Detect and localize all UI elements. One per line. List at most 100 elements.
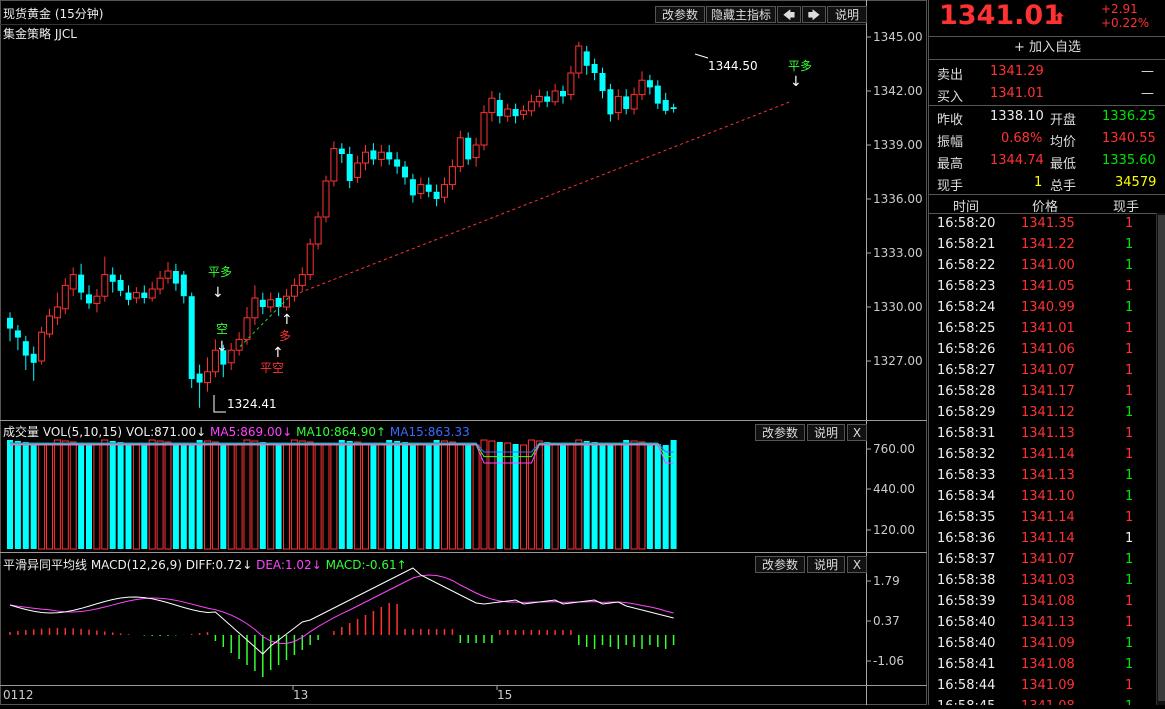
candle-body: [623, 96, 630, 109]
tick-time: 16:58:40: [937, 615, 996, 630]
tick-price: 1341.08: [1021, 594, 1075, 609]
add-watchlist-label: 加入自选: [1029, 40, 1082, 55]
main-params-button[interactable]: 改参数: [655, 6, 705, 23]
tick-price: 1341.12: [1021, 405, 1075, 420]
time-axis-label: 15: [497, 688, 512, 702]
candle-body: [441, 184, 448, 198]
tick-volume: 1: [1125, 531, 1134, 546]
volume-bar: [630, 440, 638, 550]
tick-volume: 1: [1125, 489, 1134, 504]
down-arrow-icon: ↓: [212, 285, 224, 301]
candle-body: [607, 89, 614, 115]
tick-volume: 1: [1125, 363, 1134, 378]
chart-area[interactable]: 1345.00 1342.00 1339.00 1336.00 1333.00 1330.…: [0, 0, 927, 705]
candle-body: [465, 137, 472, 160]
volume-bar: [488, 440, 496, 550]
tick-volume: 1: [1125, 468, 1134, 483]
price-change-pct: +0.22%: [1101, 16, 1150, 30]
sell-volume: —: [1141, 64, 1154, 79]
low-pointer: [213, 395, 226, 413]
tick-time: 16:58:21: [937, 237, 996, 252]
volume-bar: [354, 441, 362, 550]
candle-body: [156, 277, 164, 290]
volume-bar: [275, 444, 282, 549]
volume-bar: [298, 440, 306, 550]
amplitude-label: 振幅: [937, 135, 964, 150]
volume-help-button[interactable]: 说明: [807, 424, 845, 441]
volume-bar: [560, 444, 566, 549]
scroll-right-button[interactable]: 🡆: [802, 6, 826, 23]
tick-time: 16:58:35: [937, 510, 996, 525]
low-price-label: 1324.41: [227, 397, 277, 411]
volume-bar: [180, 444, 187, 549]
quote-panel: 1341.01 ⬆ +2.91 +0.22% + 加入自选 卖出 1341.29…: [928, 0, 1165, 705]
tick-time: 16:58:22: [937, 258, 996, 273]
tick-volume: 1: [1125, 636, 1134, 651]
volume-bar: [496, 442, 503, 549]
strategy-label: 集金策略 JJCL: [3, 27, 77, 41]
volume-bar: [132, 443, 140, 550]
volume-ma5: MA5:869.00: [210, 425, 283, 439]
price-axis-label: 1342.00: [873, 84, 923, 98]
tick-row: 16:58:25 1341.01 1: [929, 318, 1153, 339]
tick-price: 1341.06: [1021, 342, 1075, 357]
ticks-scrollbar-thumb[interactable]: [1158, 215, 1165, 701]
volume-row: 现手 1 总手 34579: [929, 173, 1165, 194]
candle-body: [560, 91, 566, 97]
candle-body: [53, 306, 61, 319]
volume-bar: [362, 442, 369, 550]
price-axis-label: 1333.00: [873, 246, 923, 260]
scroll-left-button[interactable]: 🡄: [777, 6, 801, 23]
macd-params-button[interactable]: 改参数: [755, 556, 805, 573]
buy-row: 买入 1341.01 —: [929, 84, 1165, 105]
tick-time: 16:58:26: [937, 342, 996, 357]
ticks-list[interactable]: 16:58:20 1341.35 1 16:58:21 1341.22 1 16:58:22…: [929, 213, 1155, 705]
volume-bar: [472, 444, 480, 550]
tick-volume: 1: [1125, 258, 1134, 273]
candle-body: [196, 373, 203, 383]
candle-body: [386, 152, 393, 160]
main-help-button[interactable]: 说明: [827, 6, 867, 23]
volume-bar: [567, 444, 575, 550]
tick-volume: 1: [1125, 279, 1134, 294]
candle-body: [267, 299, 275, 308]
volume-axis-label: 120.00: [873, 523, 915, 537]
volume-bar: [141, 445, 148, 549]
volume-bar: [646, 443, 653, 549]
candle-body: [614, 95, 622, 114]
candle-body: [425, 184, 432, 192]
buy-price: 1341.01: [990, 86, 1044, 101]
macd-close-button[interactable]: X: [847, 556, 867, 573]
volume-bar: [441, 440, 448, 550]
volume-params-button[interactable]: 改参数: [755, 424, 805, 441]
candle-body: [377, 151, 385, 160]
candle-body: [132, 292, 140, 299]
tick-row: 16:58:40 1341.13 1: [929, 612, 1153, 633]
candle-body: [417, 184, 425, 195]
tick-price: 1341.08: [1021, 699, 1075, 705]
add-watchlist-button[interactable]: + 加入自选: [929, 36, 1165, 60]
buy-label: 买入: [937, 90, 964, 105]
chart-canvas[interactable]: 1345.00 1342.00 1339.00 1336.00 1333.00 1330.…: [0, 0, 927, 705]
volume-bar: [417, 443, 425, 550]
candle-body: [670, 107, 677, 109]
tick-row: 16:58:44 1341.09 1: [929, 675, 1153, 696]
tick-row: 16:58:21 1341.22 1: [929, 234, 1153, 255]
tick-price: 1341.13: [1021, 468, 1075, 483]
sell-price: 1341.29: [990, 64, 1044, 79]
volume-bar: [220, 443, 227, 549]
volume-bar: [53, 439, 61, 550]
volume-bar: [86, 444, 92, 549]
macd-help-button[interactable]: 说明: [807, 556, 845, 573]
candle-body: [148, 288, 156, 299]
price-change: +2.91: [1101, 2, 1138, 16]
tick-row: 16:58:28 1341.17 1: [929, 381, 1153, 402]
candle-body: [117, 280, 124, 291]
candle-body: [86, 294, 92, 304]
macd-axis-label: 0.37: [873, 614, 900, 628]
volume-bar: [599, 443, 606, 549]
volume-close-button[interactable]: X: [847, 424, 867, 441]
ticks-scrollbar[interactable]: [1156, 213, 1165, 705]
hide-main-indicator-button[interactable]: 隐藏主指标: [706, 6, 776, 23]
price-axis-label: 1336.00: [873, 192, 923, 206]
